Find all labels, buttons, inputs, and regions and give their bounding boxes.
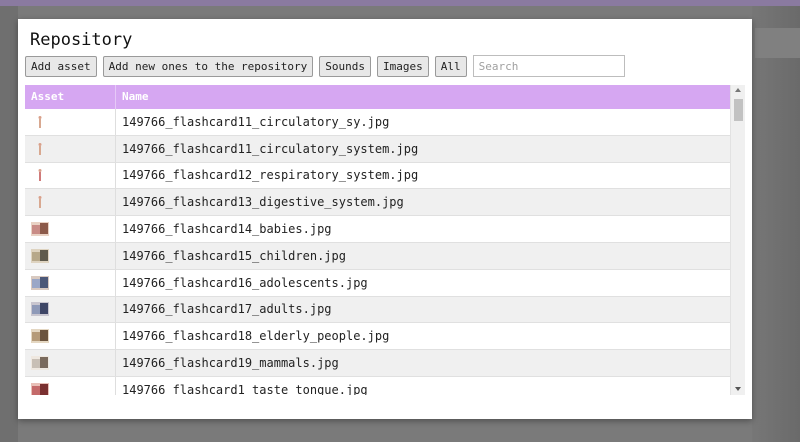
top-accent-bar <box>0 0 800 6</box>
table-row[interactable]: 149766_flashcard13_digestive_system.jpg <box>25 189 730 217</box>
repository-dialog: Repository Add asset Add new ones to the… <box>18 19 752 419</box>
asset-name-cell: 149766_flashcard12_respiratory_system.jp… <box>122 168 419 183</box>
table-row[interactable]: 149766_flashcard1_taste_tongue.jpg <box>25 376 730 395</box>
asset-thumbnail-cell <box>25 296 116 323</box>
asset-thumbnail-cell <box>25 189 116 216</box>
table-row[interactable]: 149766_flashcard16_adolescents.jpg <box>25 269 730 297</box>
scroll-down-arrow-icon[interactable] <box>735 387 741 391</box>
asset-table: Asset Name 149766_flashcard11_circulator… <box>25 85 745 395</box>
vertical-scrollbar[interactable] <box>730 85 745 395</box>
backdrop-strip <box>755 28 800 58</box>
filter-all-button[interactable]: All <box>434 55 467 77</box>
table-row[interactable]: 149766_flashcard14_babies.jpg <box>25 216 730 243</box>
scroll-thumb[interactable] <box>734 99 743 121</box>
asset-thumbnail-cell <box>25 269 116 296</box>
asset-name-cell: 149766_flashcard11_circulatory_system.jp… <box>122 141 419 156</box>
table-body: 149766_flashcard11_circulatory_sy.jpg 149… <box>25 109 730 395</box>
add-asset-button[interactable]: Add asset <box>25 55 97 77</box>
asset-name-cell: 149766_flashcard17_adults.jpg <box>122 302 332 317</box>
asset-name-cell: 149766_flashcard14_babies.jpg <box>122 222 332 237</box>
photo-thumbnail-icon <box>31 356 49 371</box>
add-new-to-repository-button[interactable]: Add new ones to the repository <box>102 55 314 77</box>
asset-thumbnail-cell <box>25 216 116 242</box>
asset-thumbnail-cell <box>25 109 116 135</box>
table-header: Asset Name <box>25 85 730 109</box>
dialog-title: Repository <box>30 30 133 50</box>
asset-thumbnail-cell <box>25 135 116 162</box>
photo-thumbnail-icon <box>31 222 49 237</box>
table-row[interactable]: 149766_flashcard15_children.jpg <box>25 242 730 270</box>
asset-thumbnail-cell <box>25 350 116 376</box>
body-figure-thumbnail-icon <box>38 142 42 155</box>
column-header-asset[interactable]: Asset <box>25 85 116 109</box>
asset-name-cell: 149766_flashcard19_mammals.jpg <box>122 356 339 371</box>
table-row[interactable]: 149766_flashcard11_circulatory_sy.jpg <box>25 109 730 136</box>
asset-thumbnail-cell <box>25 162 116 189</box>
table-row[interactable]: 149766_flashcard17_adults.jpg <box>25 296 730 324</box>
asset-name-cell: 149766_flashcard18_elderly_people.jpg <box>122 329 390 344</box>
scroll-up-arrow-icon[interactable] <box>735 88 741 92</box>
asset-name-cell: 149766_flashcard16_adolescents.jpg <box>122 275 368 290</box>
filter-images-button[interactable]: Images <box>377 55 429 77</box>
table-row[interactable]: 149766_flashcard19_mammals.jpg <box>25 350 730 377</box>
backdrop-left <box>0 6 18 442</box>
search-input[interactable] <box>472 55 625 77</box>
table-row[interactable]: 149766_flashcard11_circulatory_system.jp… <box>25 135 730 163</box>
table-row[interactable]: 149766_flashcard18_elderly_people.jpg <box>25 323 730 351</box>
photo-thumbnail-icon <box>31 248 49 263</box>
asset-thumbnail-cell <box>25 376 116 395</box>
backdrop-right <box>752 6 800 442</box>
photo-thumbnail-icon <box>31 302 49 317</box>
toolbar: Add asset Add new ones to the repository… <box>25 55 625 77</box>
body-figure-thumbnail-icon <box>38 169 42 182</box>
table-row[interactable]: 149766_flashcard12_respiratory_system.jp… <box>25 162 730 190</box>
photo-thumbnail-icon <box>31 382 49 395</box>
asset-name-cell: 149766_flashcard11_circulatory_sy.jpg <box>122 114 390 129</box>
filter-sounds-button[interactable]: Sounds <box>319 55 372 77</box>
asset-thumbnail-cell <box>25 323 116 350</box>
body-figure-thumbnail-icon <box>38 196 42 209</box>
asset-name-cell: 149766_flashcard13_digestive_system.jpg <box>122 195 404 210</box>
asset-thumbnail-cell <box>25 242 116 269</box>
column-header-name[interactable]: Name <box>116 85 149 109</box>
asset-name-cell: 149766_flashcard1_taste_tongue.jpg <box>122 382 368 395</box>
body-figure-thumbnail-icon <box>38 115 42 128</box>
photo-thumbnail-icon <box>31 329 49 344</box>
photo-thumbnail-icon <box>31 275 49 290</box>
asset-name-cell: 149766_flashcard15_children.jpg <box>122 248 346 263</box>
